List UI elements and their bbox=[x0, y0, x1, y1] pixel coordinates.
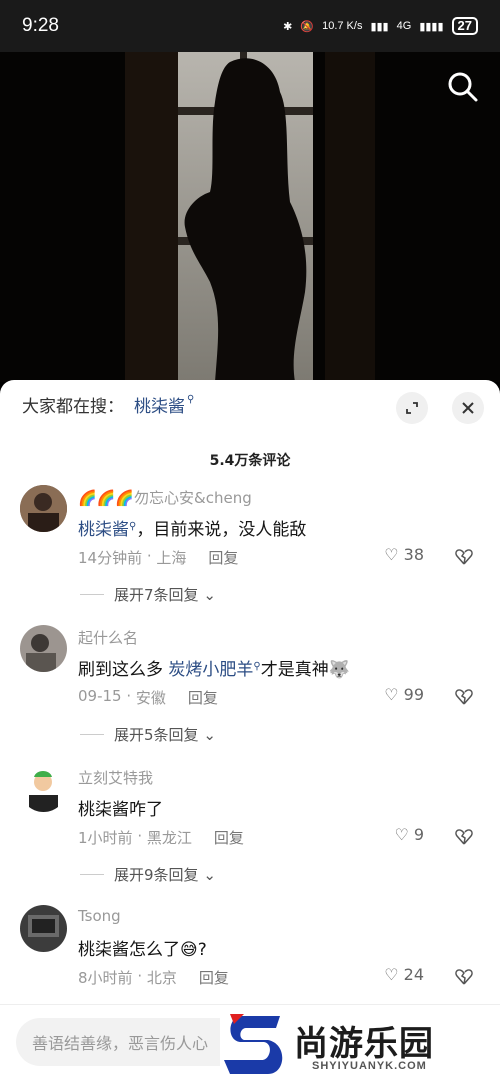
comment-text: 刷到这么多 炭烤小肥羊⚲才是真神🐺 bbox=[78, 660, 350, 680]
avatar[interactable] bbox=[20, 905, 67, 952]
hot-search-label: 大家都在搜： bbox=[22, 397, 124, 417]
comment-text: 桃柒酱咋了 bbox=[78, 800, 163, 820]
comment-meta: 14分钟前 · 上海 回复 bbox=[78, 547, 239, 568]
heart-icon: ♡ bbox=[384, 685, 399, 704]
comments-count: 5.4万条评论 bbox=[209, 453, 291, 469]
watermark-title: 尚游乐园 bbox=[294, 1024, 434, 1064]
sweat-smile-emoji-icon: 😅 bbox=[180, 940, 198, 960]
net-speed: 10.7 K/s bbox=[322, 20, 363, 32]
heart-icon: ♡ bbox=[384, 545, 399, 564]
search-small-icon: ⚲ bbox=[187, 394, 195, 405]
comment-username[interactable]: 🌈🌈🌈勿忘心安&cheng bbox=[78, 487, 252, 508]
hot-search[interactable]: 大家都在搜： 桃柒酱 ⚲ bbox=[22, 392, 194, 417]
bluetooth-icon: ✱ bbox=[283, 20, 293, 33]
comments-sheet bbox=[0, 380, 500, 1079]
comment-keyword[interactable]: 桃柒酱 bbox=[78, 520, 129, 540]
wifi-signal-icon: ▮▮▮ bbox=[370, 20, 389, 33]
reply-button[interactable]: 回复 bbox=[188, 687, 218, 708]
status-bar: 9:28 ✱ 🔕 10.7 K/s ▮▮▮ 4G ▮▮▮▮ 27 bbox=[0, 0, 500, 52]
heart-icon: ♡ bbox=[394, 825, 409, 844]
broken-heart-icon[interactable] bbox=[454, 827, 474, 847]
expand-replies[interactable]: 展开7条回复 ⌄ bbox=[80, 584, 216, 605]
chevron-down-icon: ⌄ bbox=[198, 725, 216, 744]
reply-button[interactable]: 回复 bbox=[199, 967, 229, 988]
reply-button[interactable]: 回复 bbox=[208, 547, 238, 568]
close-button[interactable] bbox=[452, 392, 484, 424]
comment-text: 桃柒酱怎么了😅? bbox=[78, 940, 207, 960]
battery-indicator: 27 bbox=[451, 17, 478, 35]
comment-username[interactable]: Tsong bbox=[78, 907, 121, 925]
mute-icon: 🔕 bbox=[300, 20, 315, 33]
video-frame bbox=[0, 52, 500, 382]
comment-meta: 8小时前 · 北京 回复 bbox=[78, 967, 229, 988]
video-player[interactable] bbox=[0, 52, 500, 382]
cell-signal-icon: ▮▮▮▮ bbox=[419, 20, 444, 33]
hot-search-keyword[interactable]: 桃柒酱 bbox=[134, 392, 185, 417]
expand-icon bbox=[406, 402, 418, 414]
broken-heart-icon[interactable] bbox=[454, 547, 474, 567]
comment-meta: 09-15 · 安徽 回复 bbox=[78, 687, 218, 708]
search-small-icon: ⚲ bbox=[253, 661, 261, 672]
watermark-subtitle: SHYIYUANYK.COM bbox=[312, 1060, 427, 1072]
chevron-down-icon: ⌄ bbox=[198, 585, 216, 604]
broken-heart-icon[interactable] bbox=[454, 967, 474, 987]
comment-username[interactable]: 立刻艾特我 bbox=[78, 767, 153, 788]
husky-emoji-icon: 🐺 bbox=[328, 660, 350, 680]
watermark-s-icon bbox=[224, 1014, 283, 1074]
heart-icon: ♡ bbox=[384, 965, 399, 984]
broken-heart-icon[interactable] bbox=[454, 687, 474, 707]
search-small-icon: ⚲ bbox=[129, 521, 137, 532]
reply-button[interactable]: 回复 bbox=[214, 827, 244, 848]
status-time: 9:28 bbox=[22, 15, 59, 36]
like-button[interactable]: ♡ 99 bbox=[384, 685, 424, 704]
like-button[interactable]: ♡ 9 bbox=[394, 825, 424, 844]
comment-keyword[interactable]: 炭烤小肥羊 bbox=[168, 660, 253, 680]
expand-button[interactable] bbox=[396, 392, 428, 424]
like-button[interactable]: ♡ 38 bbox=[384, 545, 424, 564]
like-button[interactable]: ♡ 24 bbox=[384, 965, 424, 984]
network-type: 4G bbox=[396, 20, 412, 32]
comment-text: 桃柒酱⚲，目前来说，没人能敌 bbox=[78, 520, 307, 540]
chevron-down-icon: ⌄ bbox=[198, 865, 216, 884]
expand-replies[interactable]: 展开5条回复 ⌄ bbox=[80, 724, 216, 745]
comment-meta: 1小时前 · 黑龙江 回复 bbox=[78, 827, 244, 848]
close-icon bbox=[462, 402, 474, 414]
comment-username[interactable]: 起什么名 bbox=[78, 627, 138, 648]
search-icon[interactable] bbox=[446, 70, 480, 104]
watermark-logo: 尚游乐园 SHYIYUANYK.COM bbox=[220, 1010, 500, 1079]
avatar[interactable] bbox=[20, 765, 67, 812]
avatar[interactable] bbox=[20, 485, 67, 532]
avatar[interactable] bbox=[20, 625, 67, 672]
expand-replies[interactable]: 展开9条回复 ⌄ bbox=[80, 864, 216, 885]
